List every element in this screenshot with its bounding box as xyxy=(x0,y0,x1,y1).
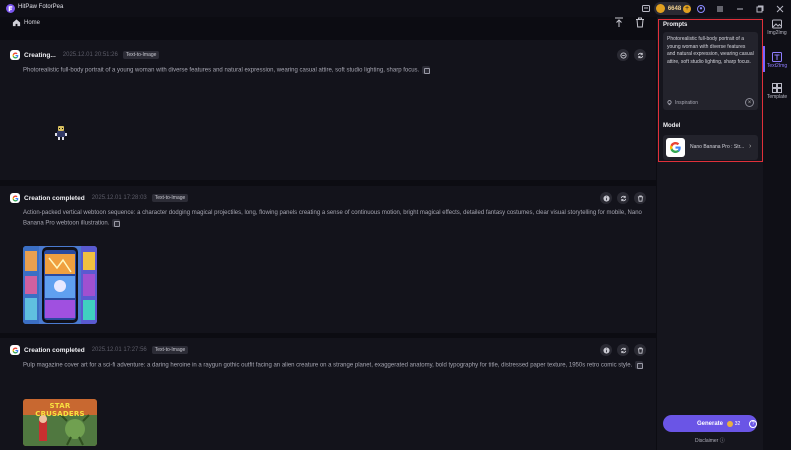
template-icon xyxy=(772,83,782,93)
model-badge-icon xyxy=(10,193,20,203)
cancel-icon[interactable] xyxy=(617,49,629,61)
card-title: Creating... xyxy=(24,51,56,59)
regenerate-icon[interactable] xyxy=(634,49,646,61)
info-icon[interactable] xyxy=(600,344,612,356)
help-icon[interactable]: ? xyxy=(749,419,757,428)
model-name: Nano Banana Pro : Str... xyxy=(690,144,745,150)
model-selector[interactable]: Nano Banana Pro : Str... › xyxy=(663,135,758,160)
nav-item-img2img[interactable]: Img2Img xyxy=(763,19,791,36)
card-title: Creation completed xyxy=(24,346,85,354)
message-icon[interactable] xyxy=(640,3,651,14)
delete-icon[interactable] xyxy=(634,344,646,356)
model-badge-icon xyxy=(10,345,20,355)
mode-tag: Text-to-Image xyxy=(151,194,189,202)
creation-card: Creating... 2025.12.01 20:51:26 Text-to-… xyxy=(0,40,656,180)
home-bar: Home xyxy=(0,17,657,35)
regenerate-icon[interactable] xyxy=(617,192,629,204)
menu-icon[interactable] xyxy=(714,3,725,14)
clear-prompt-icon[interactable]: × xyxy=(745,98,754,107)
coin-balance[interactable]: 6648 + xyxy=(654,2,691,15)
close-icon[interactable] xyxy=(774,3,785,14)
nav-label: Template xyxy=(766,94,788,100)
nav-item-text2img[interactable]: Text2Img xyxy=(763,52,791,69)
creation-card: Creation completed 2025.12.01 17:27:56 T… xyxy=(0,338,656,450)
inspiration-label: Inspiration xyxy=(675,100,699,106)
coin-icon xyxy=(727,420,733,427)
account-icon[interactable] xyxy=(695,3,706,14)
creation-card: Creation completed 2025.12.01 17:28:03 T… xyxy=(0,186,656,333)
card-header: Creation completed 2025.12.01 17:28:03 T… xyxy=(10,193,189,203)
disclaimer-label: Disclaimer xyxy=(695,438,719,444)
app-title: HitPaw FotorPea xyxy=(18,4,64,10)
card-header: Creating... 2025.12.01 20:51:26 Text-to-… xyxy=(10,50,160,60)
card-description: Action-packed vertical webtoon sequence:… xyxy=(23,209,653,229)
disclaimer-link[interactable]: Disclaimer ⓘ xyxy=(695,437,725,444)
regenerate-icon[interactable] xyxy=(617,344,629,356)
lightbulb-icon xyxy=(667,100,672,106)
text-image-icon xyxy=(772,52,782,62)
app-logo-icon xyxy=(6,4,15,13)
mode-tag: Text-to-Image xyxy=(122,51,160,59)
copy-icon[interactable] xyxy=(422,66,431,74)
generate-label: Generate xyxy=(697,420,724,427)
result-thumbnail[interactable] xyxy=(23,246,97,324)
info-icon[interactable] xyxy=(600,192,612,204)
delete-icon[interactable] xyxy=(634,192,646,204)
copy-icon[interactable] xyxy=(112,218,121,227)
side-nav xyxy=(763,17,791,450)
result-thumbnail[interactable]: STAR CRUSADERS xyxy=(23,399,97,446)
trash-icon[interactable] xyxy=(635,17,645,28)
nav-item-template[interactable]: Template xyxy=(763,83,791,100)
prompt-text: Pulp magazine cover art for a sci-fi adv… xyxy=(23,362,633,369)
inspiration-button[interactable]: Inspiration xyxy=(667,100,698,106)
mode-tag: Text-to-Image xyxy=(151,346,189,354)
prompts-label: Prompts xyxy=(663,22,688,28)
chevron-right-icon: › xyxy=(749,143,752,150)
nav-label: Text2Img xyxy=(766,63,788,69)
image-icon xyxy=(772,19,782,29)
coin-count: 6648 xyxy=(667,5,682,12)
title-bar: HitPaw FotorPea 6648 + xyxy=(0,0,791,17)
card-header: Creation completed 2025.12.01 17:27:56 T… xyxy=(10,345,189,355)
restore-icon[interactable] xyxy=(754,3,765,14)
card-description: Photorealistic full-body portrait of a y… xyxy=(23,66,653,76)
copy-icon[interactable] xyxy=(635,361,644,369)
model-badge-icon xyxy=(10,50,20,60)
generate-button[interactable]: Generate 32 ? xyxy=(663,415,757,432)
prompt-text: Photorealistic full-body portrait of a y… xyxy=(23,67,420,74)
card-timestamp: 2025.12.01 17:28:03 xyxy=(91,195,147,201)
prompt-input[interactable]: Photorealistic full-body portrait of a y… xyxy=(663,32,758,110)
nav-label: Img2Img xyxy=(767,30,787,36)
thumbnail-title: STAR CRUSADERS xyxy=(35,402,85,418)
coin-icon xyxy=(656,4,665,13)
card-title: Creation completed xyxy=(24,194,85,202)
generate-cost: 32 xyxy=(734,420,741,427)
home-icon[interactable] xyxy=(12,18,21,27)
export-icon[interactable] xyxy=(614,17,624,28)
card-timestamp: 2025.12.01 20:51:26 xyxy=(62,52,118,58)
home-link[interactable]: Home xyxy=(24,20,40,26)
google-logo-icon xyxy=(666,138,685,157)
card-timestamp: 2025.12.01 17:27:56 xyxy=(91,347,147,353)
card-description: Pulp magazine cover art for a sci-fi adv… xyxy=(23,361,653,371)
prompt-input-text[interactable]: Photorealistic full-body portrait of a y… xyxy=(667,36,755,66)
loading-mascot-icon xyxy=(55,126,67,140)
add-coins-button[interactable]: + xyxy=(683,4,691,13)
model-label: Model xyxy=(663,123,681,129)
minimize-icon[interactable] xyxy=(734,3,745,14)
